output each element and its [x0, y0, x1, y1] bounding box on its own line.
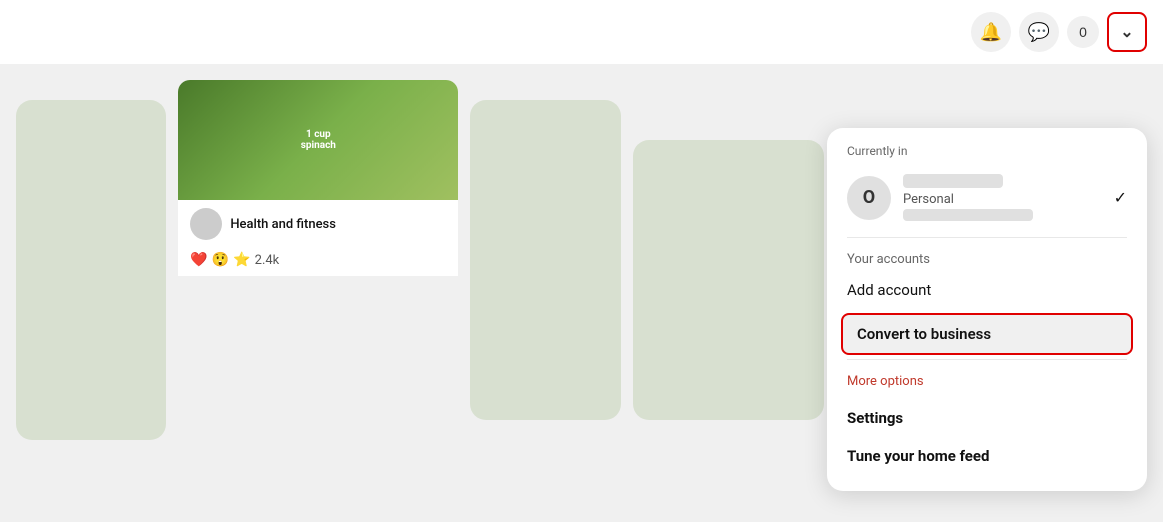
your-accounts-label: Your accounts	[827, 242, 1147, 271]
reaction-star-icon: ⭐	[233, 252, 250, 268]
pin-card-3	[470, 100, 620, 420]
count-button[interactable]: 0	[1067, 16, 1099, 48]
more-options-label: More options	[847, 374, 924, 389]
pin-avatar	[190, 208, 222, 240]
settings-item[interactable]: Settings	[827, 399, 1147, 437]
more-options-item[interactable]: More options	[827, 364, 1147, 399]
divider-2	[847, 359, 1127, 360]
notification-icon: 🔔	[980, 22, 1002, 43]
account-info: Personal	[903, 174, 1102, 221]
pin-card-1	[16, 100, 166, 440]
settings-label: Settings	[847, 409, 903, 427]
pin-reactions: ❤️ 😲 ⭐ 2.4k	[178, 248, 458, 276]
pin-title: Health and fitness	[230, 217, 336, 232]
count-label: 0	[1079, 24, 1087, 40]
message-icon: 💬	[1028, 22, 1050, 43]
pin-card-info: Health and fitness ❤️ 😲 ⭐ 2.4k	[178, 200, 458, 276]
convert-to-business-label: Convert to business	[857, 325, 991, 343]
reaction-surprised-icon: 😲	[212, 252, 229, 268]
add-account-label: Add account	[847, 281, 931, 299]
convert-to-business-item[interactable]: Convert to business	[841, 313, 1133, 355]
account-type: Personal	[903, 192, 1102, 207]
dropdown-button[interactable]: ⌄	[1107, 12, 1147, 52]
pin-title-row: Health and fitness	[178, 200, 458, 248]
currently-in-label: Currently in	[827, 144, 1147, 166]
pin-card-2-block: 1 cup spinach Health and fitness ❤️ 😲 ⭐ …	[178, 80, 458, 506]
dropdown-menu: Currently in O Personal ✓ Your accounts …	[827, 128, 1147, 491]
account-row[interactable]: O Personal ✓	[827, 166, 1147, 233]
message-button[interactable]: 💬	[1019, 12, 1059, 52]
tune-home-feed-item[interactable]: Tune your home feed	[827, 437, 1147, 475]
pin-image-text: 1 cup spinach	[301, 129, 336, 151]
reaction-count: 2.4k	[255, 253, 280, 268]
checkmark-icon: ✓	[1114, 188, 1127, 207]
notification-button[interactable]: 🔔	[971, 12, 1011, 52]
account-email-bar	[903, 209, 1033, 221]
chevron-down-icon: ⌄	[1120, 22, 1133, 42]
reaction-heart-icon: ❤️	[190, 252, 207, 268]
avatar: O	[847, 176, 891, 220]
pin-card-4	[633, 140, 824, 420]
main-content: 1 cup spinach Health and fitness ❤️ 😲 ⭐ …	[0, 64, 1163, 522]
add-account-item[interactable]: Add account	[827, 271, 1147, 309]
account-name-bar	[903, 174, 1003, 188]
tune-home-feed-label: Tune your home feed	[847, 447, 989, 465]
header-icons: 🔔 💬 0 ⌄	[971, 12, 1147, 52]
divider-1	[847, 237, 1127, 238]
header: 🔔 💬 0 ⌄	[0, 0, 1163, 64]
pin-image-area: 1 cup spinach	[178, 80, 458, 200]
pins-area: 1 cup spinach Health and fitness ❤️ 😲 ⭐ …	[0, 64, 840, 522]
